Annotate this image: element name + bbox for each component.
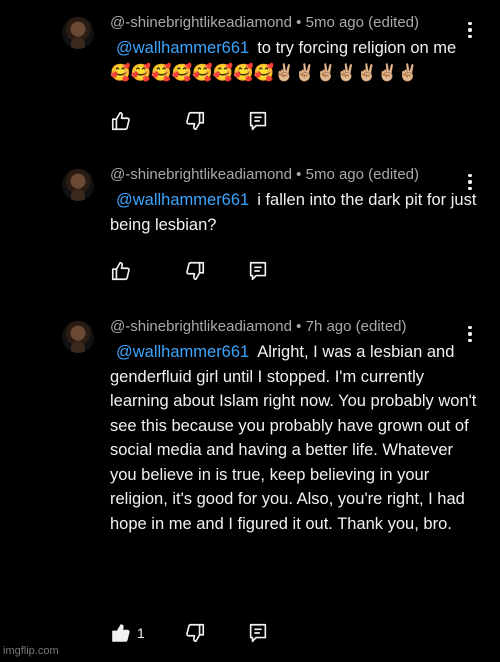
avatar[interactable] (62, 169, 94, 201)
meta-separator: • (296, 166, 302, 183)
thumb-down-icon[interactable] (184, 622, 206, 644)
thumb-up-icon[interactable] (110, 110, 132, 132)
reply-icon[interactable] (247, 260, 269, 282)
meta-separator: • (296, 318, 302, 335)
thumb-down-icon[interactable] (184, 260, 206, 282)
thumb-up-icon[interactable] (110, 260, 132, 282)
author-name[interactable]: @-shinebrightlikeadiamond (110, 318, 292, 335)
mention-link[interactable]: @wallhammer661 (116, 343, 249, 361)
comment-text: @wallhammer661 to try forcing religion on… (110, 36, 480, 85)
comment-meta: @-shinebrightlikeadiamond • 5mo ago (edi… (110, 14, 419, 31)
comment-text: @wallhammer661 Alright, I was a lesbian a… (110, 340, 480, 536)
timestamp[interactable]: 5mo ago (edited) (306, 166, 419, 183)
watermark: imgflip.com (3, 645, 59, 657)
author-name[interactable]: @-shinebrightlikeadiamond (110, 14, 292, 31)
author-name[interactable]: @-shinebrightlikeadiamond (110, 166, 292, 183)
like-count: 1 (137, 625, 145, 641)
comment-text: @wallhammer661 i fallen into the dark pit… (110, 188, 480, 237)
comment-meta: @-shinebrightlikeadiamond • 7h ago (edit… (110, 318, 407, 335)
avatar[interactable] (62, 321, 94, 353)
reply-icon[interactable] (247, 622, 269, 644)
reply-icon[interactable] (247, 110, 269, 132)
comment-meta: @-shinebrightlikeadiamond • 5mo ago (edi… (110, 166, 419, 183)
timestamp[interactable]: 7h ago (edited) (306, 318, 407, 335)
comment-body: Alright, I was a lesbian and genderfluid… (110, 343, 477, 533)
thumb-up-icon[interactable] (110, 622, 132, 644)
mention-link[interactable]: @wallhammer661 (116, 39, 249, 57)
timestamp[interactable]: 5mo ago (edited) (306, 14, 419, 31)
thumb-down-icon[interactable] (184, 110, 206, 132)
mention-link[interactable]: @wallhammer661 (116, 191, 249, 209)
avatar[interactable] (62, 17, 94, 49)
meta-separator: • (296, 14, 302, 31)
